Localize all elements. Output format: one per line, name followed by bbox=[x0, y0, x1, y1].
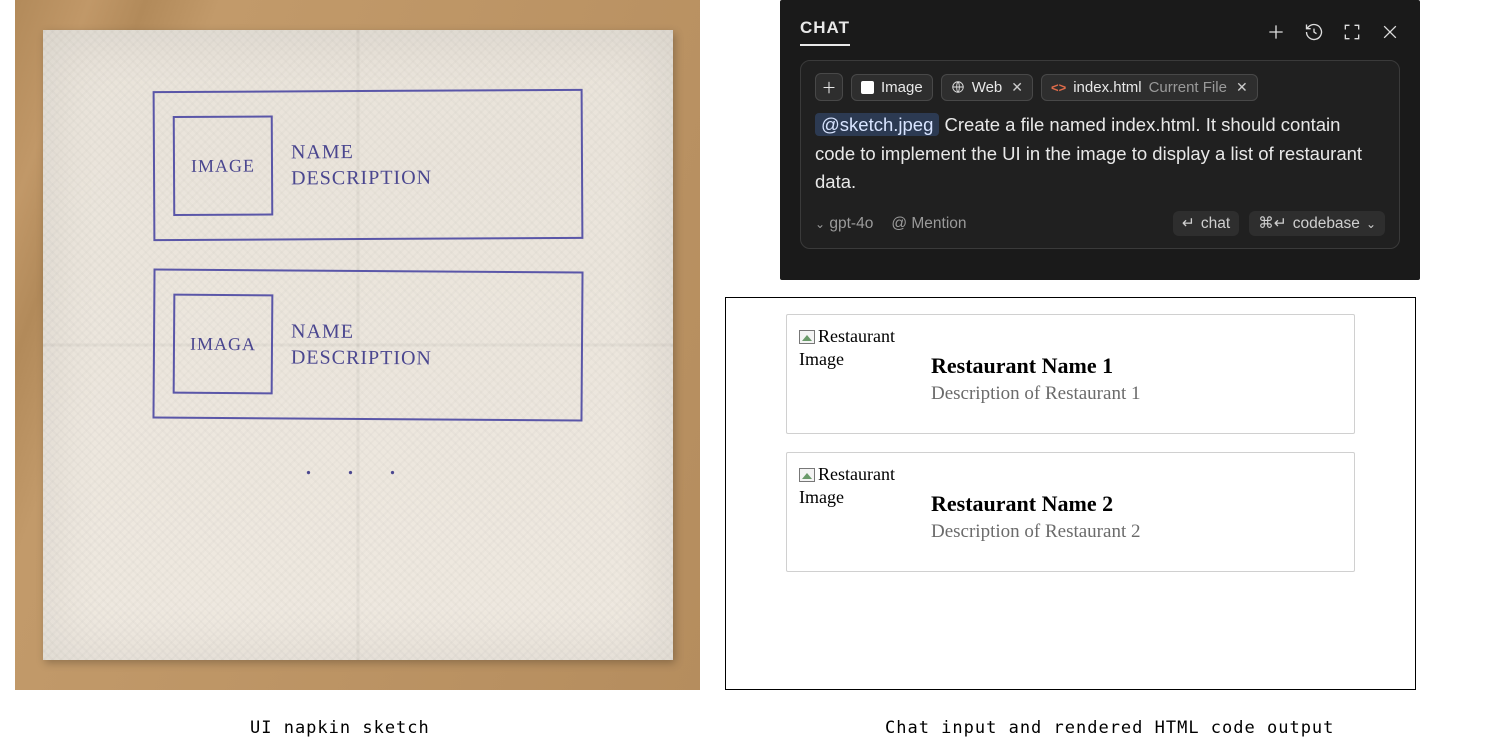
chat-footer: ⌄ gpt-4o @ Mention ↵ chat ⌘↵ codebase ⌄ bbox=[815, 211, 1385, 236]
context-chip-row: ＋ Image Web ✕ <> index.html Current File… bbox=[815, 73, 1385, 101]
napkin-photo: IMAGE NAME DESCRIPTION IMAGA NAME DESCRI… bbox=[15, 0, 700, 690]
sketch-ellipsis: . . . bbox=[93, 450, 623, 482]
sketch-text-2: NAME DESCRIPTION bbox=[290, 317, 431, 373]
mention-chip-sketch[interactable]: @sketch.jpeg bbox=[815, 113, 939, 136]
send-chat-button[interactable]: ↵ chat bbox=[1173, 211, 1239, 236]
rendered-output-frame: Restaurant Image Restaurant Name 1 Descr… bbox=[725, 297, 1416, 690]
sketch-desc-label-1: DESCRIPTION bbox=[291, 166, 432, 190]
chat-prompt-text[interactable]: @sketch.jpeg Create a file named index.h… bbox=[815, 111, 1385, 197]
context-chip-web[interactable]: Web ✕ bbox=[941, 74, 1033, 101]
close-icon[interactable] bbox=[1380, 22, 1400, 42]
sketch-image-box-1: IMAGE bbox=[172, 115, 273, 216]
chip-web-label: Web bbox=[972, 79, 1003, 96]
history-icon[interactable] bbox=[1304, 22, 1324, 42]
context-chip-image[interactable]: Image bbox=[851, 74, 933, 101]
plus-icon[interactable] bbox=[1266, 22, 1286, 42]
chevron-down-icon: ⌄ bbox=[815, 217, 825, 231]
caption-left: UI napkin sketch bbox=[250, 718, 430, 738]
sketch-text-1: NAME DESCRIPTION bbox=[290, 137, 431, 193]
sketch-card-2: IMAGA NAME DESCRIPTION bbox=[152, 269, 583, 422]
globe-icon bbox=[951, 80, 965, 94]
mention-button[interactable]: @ Mention bbox=[891, 215, 966, 233]
sketch-name-label-2: NAME bbox=[291, 320, 432, 344]
broken-image-icon bbox=[799, 468, 815, 482]
broken-image-placeholder: Restaurant Image bbox=[799, 325, 907, 370]
chat-header: CHAT bbox=[800, 18, 1400, 46]
context-chip-file[interactable]: <> index.html Current File ✕ bbox=[1041, 74, 1258, 101]
sketch-desc-label-2: DESCRIPTION bbox=[290, 346, 431, 370]
restaurant-card: Restaurant Image Restaurant Name 1 Descr… bbox=[786, 314, 1355, 434]
restaurant-description: Description of Restaurant 1 bbox=[931, 383, 1140, 405]
code-file-icon: <> bbox=[1051, 80, 1066, 95]
add-context-button[interactable]: ＋ bbox=[815, 73, 843, 101]
cmd-enter-key-icon: ⌘↵ bbox=[1258, 214, 1287, 233]
restaurant-card: Restaurant Image Restaurant Name 2 Descr… bbox=[786, 452, 1355, 572]
chat-header-actions bbox=[1266, 22, 1400, 42]
chip-web-remove-icon[interactable]: ✕ bbox=[1011, 79, 1023, 96]
restaurant-name: Restaurant Name 2 bbox=[931, 491, 1140, 517]
sketch-card-1: IMAGE NAME DESCRIPTION bbox=[152, 89, 583, 241]
broken-image-icon bbox=[799, 330, 815, 344]
napkin-paper: IMAGE NAME DESCRIPTION IMAGA NAME DESCRI… bbox=[43, 30, 673, 660]
fullscreen-icon[interactable] bbox=[1342, 22, 1362, 42]
chat-panel: CHAT ＋ Image Web ✕ <> index.html Current… bbox=[780, 0, 1420, 280]
image-thumb-icon bbox=[861, 81, 874, 94]
chevron-down-icon: ⌄ bbox=[1366, 217, 1376, 231]
model-name: gpt-4o bbox=[829, 215, 873, 232]
caption-right: Chat input and rendered HTML code output bbox=[885, 718, 1334, 738]
restaurant-name: Restaurant Name 1 bbox=[931, 353, 1140, 379]
codebase-button[interactable]: ⌘↵ codebase ⌄ bbox=[1249, 211, 1385, 236]
chat-action-label: chat bbox=[1201, 215, 1230, 233]
chip-file-name: index.html bbox=[1073, 79, 1141, 96]
chip-file-remove-icon[interactable]: ✕ bbox=[1236, 79, 1248, 96]
sketch-name-label-1: NAME bbox=[290, 140, 431, 164]
restaurant-description: Description of Restaurant 2 bbox=[931, 521, 1140, 543]
broken-image-placeholder: Restaurant Image bbox=[799, 463, 907, 508]
model-selector[interactable]: ⌄ gpt-4o bbox=[815, 215, 873, 233]
codebase-action-label: codebase bbox=[1293, 215, 1360, 233]
sketch-image-box-2: IMAGA bbox=[172, 294, 273, 395]
enter-key-icon: ↵ bbox=[1182, 214, 1195, 233]
chip-image-label: Image bbox=[881, 79, 923, 96]
chip-file-status: Current File bbox=[1149, 79, 1227, 96]
chat-input-box[interactable]: ＋ Image Web ✕ <> index.html Current File… bbox=[800, 60, 1400, 249]
chat-tab[interactable]: CHAT bbox=[800, 18, 850, 46]
